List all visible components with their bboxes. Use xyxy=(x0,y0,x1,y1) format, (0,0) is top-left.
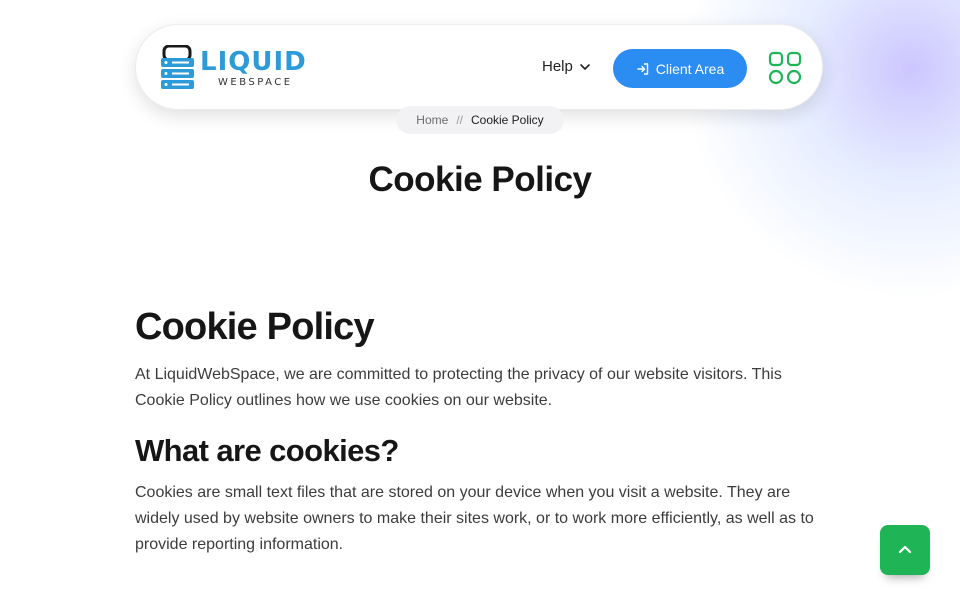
client-area-button[interactable]: Client Area xyxy=(613,49,747,88)
article-heading: Cookie Policy xyxy=(135,306,375,348)
logo-wordmark: LIQUID xyxy=(200,47,307,77)
breadcrumb: Home // Cookie Policy xyxy=(396,106,564,134)
client-area-label: Client Area xyxy=(655,60,725,77)
chevron-down-icon xyxy=(580,63,590,70)
section-body: Cookies are small text files that are st… xyxy=(135,484,814,553)
breadcrumb-home-link[interactable]: Home xyxy=(416,113,448,127)
logo-tagline: WEBSPACE xyxy=(218,77,293,88)
logo-link[interactable]: LIQUID WEBSPACE xyxy=(160,45,310,91)
help-menu[interactable]: Help xyxy=(542,58,591,75)
breadcrumb-separator: // xyxy=(456,113,463,127)
article-intro: At LiquidWebSpace, we are committed to p… xyxy=(135,366,782,409)
page: LIQUID WEBSPACE Help Client Area Home //… xyxy=(0,0,960,600)
header-bar: LIQUID WEBSPACE Help Client Area xyxy=(135,24,823,110)
back-to-top-button[interactable] xyxy=(880,525,930,575)
server-logo-icon xyxy=(161,45,194,89)
article-content: Cookie Policy At LiquidWebSpace, we are … xyxy=(135,304,825,558)
apps-grid-icon[interactable] xyxy=(768,51,802,85)
help-label: Help xyxy=(542,58,573,75)
breadcrumb-current: Cookie Policy xyxy=(470,113,544,127)
login-icon xyxy=(637,62,648,75)
chevron-up-icon xyxy=(898,545,912,554)
section-heading: What are cookies? xyxy=(135,433,399,468)
page-title: Cookie Policy xyxy=(368,160,592,199)
